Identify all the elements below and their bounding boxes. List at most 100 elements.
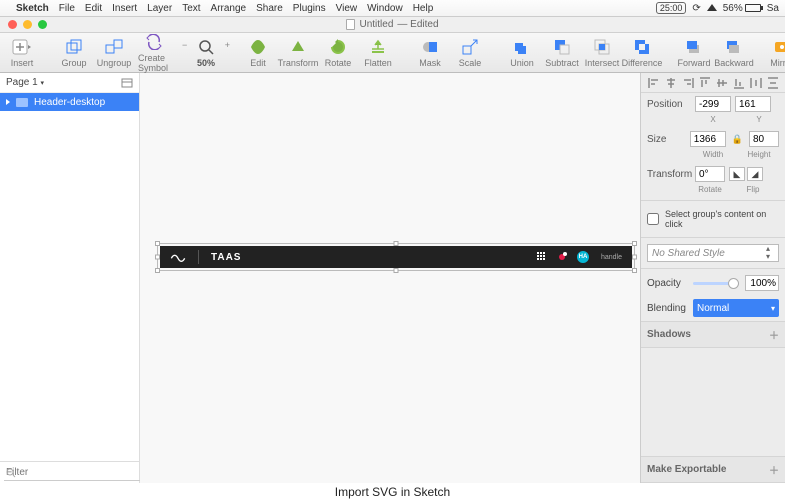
ungroup-button[interactable]: Ungroup [98,38,130,68]
avatar: HA [577,251,589,263]
flip-vertical-icon[interactable]: ◢ [747,167,763,181]
document-title: Untitled [359,19,393,30]
width-input[interactable] [690,131,726,147]
opacity-label: Opacity [647,278,687,289]
opacity-slider[interactable] [693,282,739,285]
menu-edit[interactable]: Edit [85,3,102,14]
subtract-button[interactable]: Subtract [546,38,578,68]
close-window-button[interactable] [8,20,17,29]
page-selector[interactable]: Page 1 ▾ [6,77,44,88]
position-x-input[interactable] [695,96,731,112]
create-symbol-button[interactable]: Create Symbol [138,33,170,73]
minimize-window-button[interactable] [23,20,32,29]
difference-label: Difference [622,58,663,68]
align-top-icon[interactable] [699,77,711,89]
logo-icon [170,252,186,262]
rotate-button[interactable]: Rotate [322,38,354,68]
notification-icon [559,254,565,260]
menu-share[interactable]: Share [256,3,283,14]
align-bottom-icon[interactable] [733,77,745,89]
wifi-icon[interactable] [707,4,717,11]
resize-handle[interactable] [632,255,637,260]
opacity-input[interactable] [745,275,779,291]
menu-window[interactable]: Window [367,3,403,14]
resize-handle[interactable] [394,268,399,273]
shadows-section[interactable]: Shadows ＋ [641,321,785,348]
menu-file[interactable]: File [59,3,75,14]
page-list-toggle-icon[interactable] [121,78,133,88]
shadows-label: Shadows [647,329,691,340]
shared-style-select[interactable]: No Shared Style ▴▾ [647,244,779,262]
size-label: Size [647,134,686,145]
align-right-icon[interactable] [682,77,694,89]
layers-panel: Page 1 ▾ Header-desktop ✎ [0,73,140,483]
window-titlebar: Untitled — Edited [0,17,785,33]
position-y-input[interactable] [735,96,771,112]
rotate-input[interactable] [695,166,725,182]
distribute-v-icon[interactable] [767,77,779,89]
insert-button[interactable]: Insert [6,38,38,68]
group-button[interactable]: Group [58,38,90,68]
align-left-icon[interactable] [648,77,660,89]
chevron-down-icon: ▾ [771,304,775,313]
document-state: — Edited [397,19,438,30]
menu-view[interactable]: View [336,3,358,14]
resize-handle[interactable] [632,268,637,273]
mirror-button[interactable]: Mirror [766,38,785,68]
menu-arrange[interactable]: Arrange [211,3,247,14]
insert-label: Insert [11,58,34,68]
zoom-control[interactable]: − + 50% [190,38,222,68]
flip-horizontal-icon[interactable]: ◣ [729,167,745,181]
battery-indicator[interactable]: 56% [723,3,761,14]
menu-help[interactable]: Help [413,3,434,14]
add-shadow-icon[interactable]: ＋ [769,327,779,342]
canvas[interactable]: TAAS HA handle [140,73,640,483]
disclosure-triangle-icon[interactable] [6,99,10,105]
lock-aspect-icon[interactable]: 🔒 [732,134,743,145]
transform-label: Transform [647,169,691,180]
backward-label: Backward [714,58,754,68]
menu-layer[interactable]: Layer [147,3,172,14]
difference-button[interactable]: Difference [626,38,658,68]
header-title: TAAS [211,252,241,263]
select-group-label: Select group's content on click [665,209,779,229]
resize-handle[interactable] [632,241,637,246]
zoom-window-button[interactable] [38,20,47,29]
add-export-icon[interactable]: ＋ [769,462,779,477]
sync-icon[interactable]: ⟳ [692,3,700,14]
transform-button[interactable]: Transform [282,38,314,68]
macos-menubar: Sketch File Edit Insert Layer Text Arran… [0,0,785,17]
backward-button[interactable]: Backward [718,38,750,68]
distribute-h-icon[interactable] [750,77,762,89]
union-button[interactable]: Union [506,38,538,68]
forward-button[interactable]: Forward [678,38,710,68]
intersect-button[interactable]: Intersect [586,38,618,68]
layer-header-desktop[interactable]: Header-desktop [0,93,139,111]
align-vcenter-icon[interactable] [716,77,728,89]
width-sublabel: Width [695,150,731,159]
scale-button[interactable]: Scale [454,38,486,68]
toolbar: Insert Group Ungroup Create Symbol − + 5… [0,33,785,73]
menu-insert[interactable]: Insert [112,3,137,14]
select-group-checkbox[interactable] [647,213,659,225]
menubar-user[interactable]: Sa [767,3,779,14]
layer-name: Header-desktop [34,97,105,108]
mask-button[interactable]: Mask [414,38,446,68]
menu-text[interactable]: Text [182,3,200,14]
edit-button[interactable]: Edit [242,38,274,68]
updown-icon: ▴▾ [766,245,774,261]
filter-input[interactable] [4,465,152,481]
make-exportable-section[interactable]: Make Exportable ＋ [641,456,785,483]
menubar-app-name[interactable]: Sketch [16,3,49,14]
resize-handle[interactable] [155,268,160,273]
selected-artboard[interactable]: TAAS HA handle [160,246,632,268]
flatten-button[interactable]: Flatten [362,38,394,68]
rotate-sublabel: Rotate [695,185,725,194]
blending-select[interactable]: Normal ▾ [693,299,779,317]
height-input[interactable] [749,131,779,147]
y-sublabel: Y [741,115,777,124]
ungroup-label: Ungroup [97,58,132,68]
inspector-panel: Position XY Size 🔒 WidthHeight Transform… [640,73,785,483]
align-hcenter-icon[interactable] [665,77,677,89]
menu-plugins[interactable]: Plugins [293,3,326,14]
